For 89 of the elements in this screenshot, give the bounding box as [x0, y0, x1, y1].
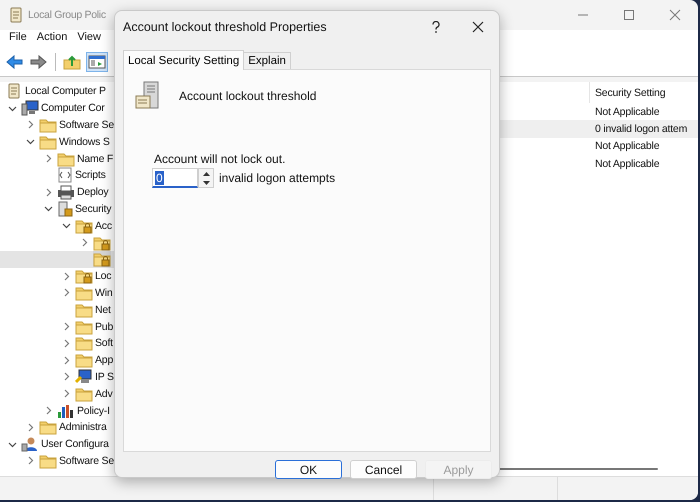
tree-item[interactable]: Software Se [59, 454, 114, 467]
status-text: Account will not lock out. [154, 152, 286, 166]
tree-item[interactable]: Local Computer P [25, 85, 106, 98]
collapse-chevron-icon[interactable] [8, 104, 16, 113]
up-arrow-icon [202, 172, 210, 176]
table-cell: Not Applicable [595, 158, 660, 170]
tree-toggle-button[interactable] [86, 52, 108, 72]
close-icon [669, 9, 681, 21]
tree-item[interactable]: Policy-I [77, 404, 110, 417]
expand-chevron-icon[interactable] [26, 422, 34, 432]
menu-item[interactable]: File [4, 30, 32, 48]
bar-chart-icon [57, 402, 75, 419]
window-title: Local Group Polic [28, 9, 106, 21]
tree-item[interactable]: Win [95, 286, 112, 299]
locked-server-icon [57, 200, 73, 217]
folder-icon [57, 150, 75, 167]
expand-chevron-icon[interactable] [62, 322, 70, 332]
folder-icon [75, 284, 93, 301]
table-cell: Not Applicable [595, 106, 660, 118]
unit-label: invalid logon attempts [219, 171, 336, 185]
computer-icon [21, 100, 39, 116]
expand-chevron-icon[interactable] [62, 272, 70, 281]
help-icon [432, 21, 440, 33]
expand-chevron-icon[interactable] [62, 338, 70, 348]
collapse-chevron-icon[interactable] [26, 137, 34, 146]
tree-item[interactable]: Pub [95, 320, 114, 333]
down-arrow-icon [202, 180, 210, 184]
expand-chevron-icon[interactable] [44, 406, 52, 416]
tree-item[interactable]: Deploy [77, 186, 108, 198]
scroll-icon [6, 83, 22, 100]
tree-item[interactable]: Administra [59, 421, 107, 434]
folder-icon [75, 335, 93, 352]
tree-item[interactable]: Acc [95, 220, 112, 232]
dialog-button[interactable]: OK [275, 460, 342, 479]
close-icon [472, 21, 484, 33]
tree-item[interactable]: IP S [95, 370, 114, 383]
menu-item[interactable]: Action [32, 30, 72, 48]
folder-icon [39, 116, 57, 133]
expand-chevron-icon[interactable] [80, 238, 88, 248]
folder-icon [75, 352, 93, 368]
collapse-chevron-icon[interactable] [8, 440, 16, 449]
table-cell: Not Applicable [595, 140, 660, 152]
expand-chevron-icon[interactable] [44, 154, 52, 164]
tab[interactable]: Explain [243, 52, 291, 69]
folder-icon [75, 318, 93, 335]
tree-item[interactable]: Loc [95, 270, 112, 282]
folder-icon [39, 419, 57, 436]
folder-icon [75, 386, 93, 402]
tree-item[interactable]: User Configura [41, 438, 109, 450]
scroll-icon [8, 7, 24, 23]
folder-icon [39, 134, 57, 150]
tree-item[interactable]: App [95, 354, 114, 366]
collapse-chevron-icon[interactable] [62, 221, 70, 230]
locked-folder-icon [75, 218, 93, 234]
tree-item[interactable]: Adv [95, 388, 112, 400]
expand-chevron-icon[interactable] [26, 456, 34, 466]
number-field[interactable]: 0 [152, 168, 198, 188]
locked-folder-icon [93, 234, 111, 251]
locked-folder-icon [93, 251, 111, 268]
expand-chevron-icon[interactable] [26, 120, 34, 130]
folder-icon [75, 302, 93, 318]
tree-item[interactable]: Net [95, 304, 111, 316]
expand-chevron-icon[interactable] [44, 188, 52, 197]
tree-item[interactable]: Windows S [59, 136, 110, 148]
setting-name: Account lockout threshold [179, 89, 316, 103]
computer-key-icon [75, 368, 93, 385]
dialog-title: Account lockout threshold Properties [123, 20, 327, 34]
tree-item[interactable]: Name F [77, 152, 114, 165]
dialog-button[interactable]: Cancel [350, 460, 417, 479]
folder-icon [39, 452, 57, 469]
script-page-icon [57, 167, 73, 184]
expand-chevron-icon[interactable] [62, 372, 70, 382]
expand-chevron-icon[interactable] [62, 356, 70, 365]
user-icon [21, 436, 39, 452]
locked-folder-icon [75, 268, 93, 284]
maximize-icon [623, 9, 635, 21]
tab[interactable]: Local Security Setting [123, 50, 244, 70]
tree-item[interactable]: Soft [95, 337, 113, 350]
column-header[interactable]: Security Setting [589, 82, 698, 103]
tree-item[interactable]: Software Se [59, 118, 114, 131]
tree-item[interactable]: Security [75, 202, 112, 215]
expand-chevron-icon[interactable] [62, 288, 70, 298]
tree-item[interactable]: Computer Cor [41, 102, 105, 114]
printer-icon [57, 184, 75, 200]
tree-item[interactable]: Scripts [75, 169, 106, 182]
table-cell: 0 invalid logon attem [595, 122, 688, 135]
expand-chevron-icon[interactable] [62, 389, 70, 398]
menu-item[interactable]: View [72, 30, 106, 48]
collapse-chevron-icon[interactable] [44, 204, 52, 214]
